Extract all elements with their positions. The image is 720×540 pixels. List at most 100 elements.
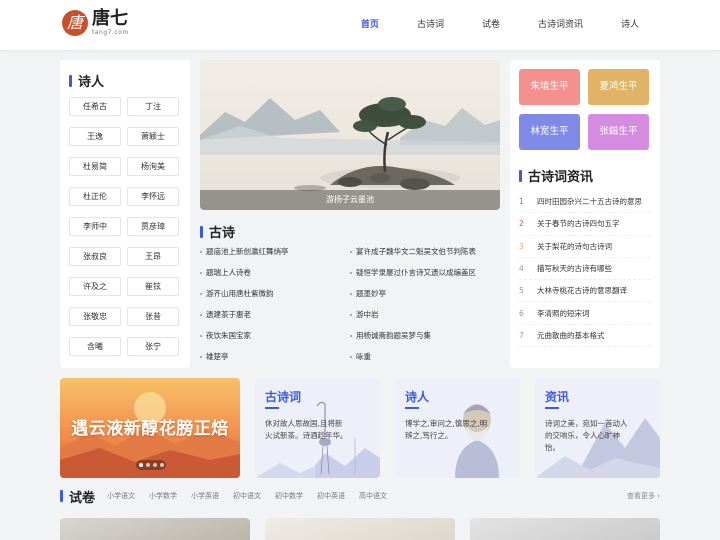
exam-tab[interactable]: 初中英语 <box>317 491 345 501</box>
nav-poets[interactable]: 诗人 <box>602 0 658 50</box>
news-item[interactable]: 3 关于梨花的诗句古诗词 <box>519 236 651 258</box>
poet-link[interactable]: 贾彦璋 <box>127 217 179 236</box>
card-title: 古诗词 <box>265 390 302 404</box>
gushi-title: 古诗 <box>200 222 235 241</box>
exam-tab[interactable]: 初中语文 <box>233 491 261 501</box>
nav-news[interactable]: 古诗词资讯 <box>519 0 602 50</box>
carousel-dots <box>136 460 166 470</box>
news-rank: 6 <box>519 308 524 318</box>
poem-link[interactable]: 游齐山用唐杜紫微韵 <box>200 288 350 300</box>
card-underline <box>405 407 419 409</box>
nav-gushici[interactable]: 古诗词 <box>398 0 463 50</box>
poet-link[interactable]: 丁注 <box>127 97 179 116</box>
poet-link[interactable]: 许及之 <box>69 277 121 296</box>
poem-link[interactable]: 雄楚亭 <box>200 351 350 363</box>
news-rank: 1 <box>519 197 524 207</box>
poet-link[interactable]: 杨洵美 <box>127 157 179 176</box>
poet-link[interactable]: 任希古 <box>69 97 121 116</box>
banner-text: 遇云液新醇花膀正焙 <box>71 419 229 439</box>
nav-shijuan[interactable]: 试卷 <box>463 0 519 50</box>
exam-thumbnail[interactable] <box>265 518 455 540</box>
poem-link[interactable]: 遗建茶于惠老 <box>200 309 350 321</box>
title-bar <box>60 490 63 502</box>
poem-link[interactable]: 用杨诚斋韵题吴梦与集 <box>350 330 500 342</box>
hero-caption: 游扬子云墨池 <box>200 190 500 210</box>
exam-tab[interactable]: 小学数学 <box>149 491 177 501</box>
gushici-card[interactable]: 古诗词 休对故人思故国,且将新火试新茶。诗酒趁年华。 <box>255 378 380 478</box>
hero-slide[interactable]: 游扬子云墨池 <box>200 60 500 210</box>
news-item[interactable]: 2 关于春节的古诗四句五字 <box>519 213 651 236</box>
exam-tab[interactable]: 初中数学 <box>275 491 303 501</box>
poet-link[interactable]: 崔铉 <box>127 277 179 296</box>
bio-tile[interactable]: 张鎡生平 <box>588 114 649 150</box>
poets-title-text: 诗人 <box>78 75 105 90</box>
card-desc: 博学之,审问之,慎思之,明辨之,笃行之。 <box>405 419 488 440</box>
news-rank: 7 <box>519 330 524 340</box>
nav-home[interactable]: 首页 <box>342 0 398 50</box>
poem-link[interactable]: 夜饮朱国宝家 <box>200 330 350 342</box>
exam-section-header: 试卷 小学语文 小学数学 小学英语 初中语文 初中数学 初中英语 高中语文 查看… <box>60 486 660 506</box>
view-more-link[interactable]: 查看更多 › <box>627 491 660 501</box>
news-title-text: 古诗词资讯 <box>528 170 594 185</box>
landscape-painting <box>200 60 500 210</box>
news-item[interactable]: 1 四时田园杂兴二十五古诗的意思 <box>519 191 651 214</box>
bio-tile[interactable]: 朱埴生平 <box>519 69 580 105</box>
news-text: 四时田园杂兴二十五古诗的意思 <box>537 197 642 207</box>
poet-link[interactable]: 张敬忠 <box>69 307 121 326</box>
news-list: 1 四时田园杂兴二十五古诗的意思 2 关于春节的古诗四句五字 3 关于梨花的诗句古诗词… <box>519 191 651 348</box>
poet-link[interactable]: 萧颖士 <box>127 127 179 146</box>
news-rank: 5 <box>519 286 524 296</box>
news-item[interactable]: 6 李清照的短宋词 <box>519 302 651 325</box>
poem-link[interactable]: 题庙池上新创瀛红舞绡亭 <box>200 246 350 258</box>
poem-link[interactable]: 疑恒学录屡过仆言诗又遗以成编盖区 <box>350 267 500 279</box>
exam-thumbnail[interactable] <box>470 518 660 540</box>
right-panel: 朱埴生平 夏鸿生平 林宽生平 张鎡生平 古诗词资讯 1 四时田园杂兴二十五古诗的意… <box>510 60 660 368</box>
exam-tab[interactable]: 高中语文 <box>359 491 387 501</box>
poets-card[interactable]: 诗人 博学之,审问之,慎思之,明辨之,笃行之。 <box>395 378 520 478</box>
news-rank: 3 <box>519 241 524 251</box>
poem-link[interactable]: 题瑞上人诗卷 <box>200 267 350 279</box>
carousel-dot[interactable] <box>152 463 157 467</box>
exam-thumbnail[interactable] <box>60 518 250 540</box>
poet-link[interactable]: 李师中 <box>69 217 121 236</box>
site-logo[interactable]: 唐 唐七 tang7.com <box>62 9 129 37</box>
card-underline <box>265 407 279 409</box>
gushi-title-text: 古诗 <box>209 226 236 241</box>
news-text: 李清照的短宋词 <box>537 308 590 318</box>
promo-banner[interactable]: 遇云液新醇花膀正焙 <box>60 378 240 478</box>
carousel-dot[interactable] <box>159 463 164 467</box>
news-card[interactable]: 资讯 诗词之美，宛如一首动人的交响乐，令人心旷神怡。 <box>535 378 660 478</box>
card-title: 诗人 <box>405 390 430 404</box>
poet-bio-tiles: 朱埴生平 夏鸿生平 林宽生平 张鎡生平 <box>519 69 649 150</box>
poet-link[interactable]: 张宁 <box>127 337 179 356</box>
poet-link[interactable]: 张叔良 <box>69 247 121 266</box>
poet-link[interactable]: 杜易简 <box>69 157 121 176</box>
poet-link[interactable]: 王逸 <box>69 127 121 146</box>
news-text: 关于春节的古诗四句五字 <box>537 219 620 229</box>
poem-link[interactable]: 题墨妙亭 <box>350 288 500 300</box>
carousel-dot[interactable] <box>138 463 143 467</box>
news-item[interactable]: 5 大林寺桃花古诗的意思翻译 <box>519 280 651 303</box>
card-title: 资讯 <box>545 390 570 404</box>
logo-mark: 唐 <box>62 10 88 36</box>
poet-link[interactable]: 张昔 <box>127 307 179 326</box>
poet-link[interactable]: 杜正伦 <box>69 187 121 206</box>
poet-link[interactable]: 王昂 <box>127 247 179 266</box>
bio-tile[interactable]: 林宽生平 <box>519 114 580 150</box>
poem-link[interactable]: 咏重 <box>350 351 500 363</box>
exam-tab[interactable]: 小学语文 <box>107 491 135 501</box>
card-desc: 休对故人思故国,且将新火试新茶。诗酒趁年华。 <box>265 419 348 440</box>
carousel-dot[interactable] <box>145 463 150 467</box>
poem-link[interactable]: 宴许成子魏华文二魁吴文伯节判陈表 <box>350 246 500 258</box>
poem-link[interactable]: 游中岩 <box>350 309 500 321</box>
poet-link[interactable]: 含曦 <box>69 337 121 356</box>
bio-tile[interactable]: 夏鸿生平 <box>588 69 649 105</box>
exam-title-text: 试卷 <box>69 490 96 506</box>
poet-link[interactable]: 李怀远 <box>127 187 179 206</box>
gushi-list: 题庙池上新创瀛红舞绡亭 宴许成子魏华文二魁吴文伯节判陈表 题瑞上人诗卷 疑恒学录… <box>200 246 500 363</box>
news-item[interactable]: 7 元曲散曲的基本格式 <box>519 325 651 348</box>
news-rank: 4 <box>519 264 524 274</box>
news-text: 元曲散曲的基本格式 <box>537 330 605 340</box>
news-item[interactable]: 4 描写秋天的古诗有哪些 <box>519 258 651 281</box>
exam-tab[interactable]: 小学英语 <box>191 491 219 501</box>
